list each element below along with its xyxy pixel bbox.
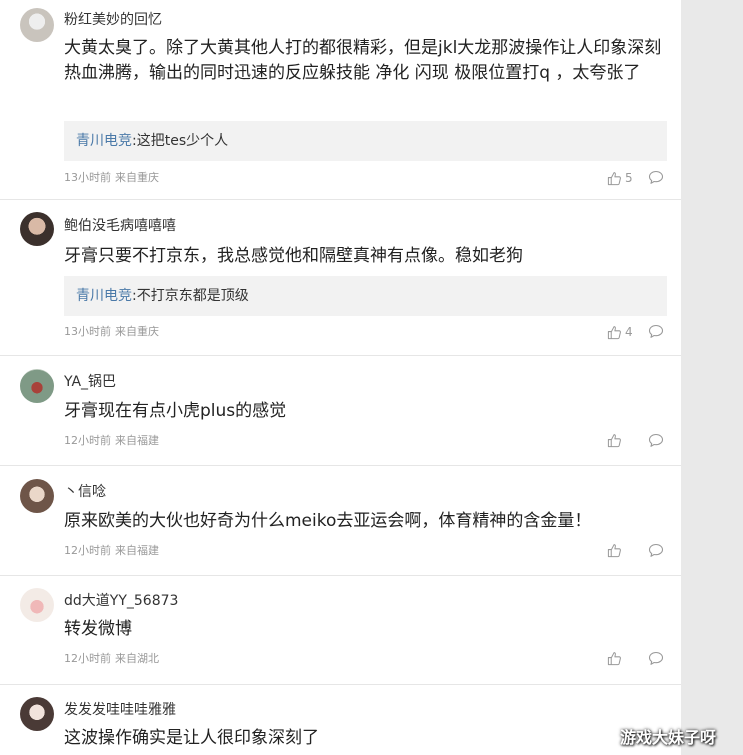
avatar-image bbox=[20, 588, 54, 622]
comment-item: 丶信唸 原来欧美的大伙也好奇为什么meiko去亚运会啊，体育精神的含金量！ 12… bbox=[0, 466, 681, 576]
location: 来自福建 bbox=[115, 544, 159, 557]
thumbs-up-icon bbox=[607, 544, 621, 558]
timestamp: 13小时前 bbox=[64, 171, 111, 184]
timestamp: 12小时前 bbox=[64, 544, 111, 557]
comment-item: 鲍伯没毛病嘻嘻嘻 牙膏只要不打京东，我总感觉他和隔壁真神有点像。稳如老狗 青川电… bbox=[0, 200, 681, 356]
comment-text: 大黄太臭了。除了大黄其他人打的都很精彩，但是jkl大龙那波操作让人印象深刻热血沸… bbox=[64, 38, 662, 83]
comment-bubble-icon[interactable] bbox=[648, 651, 664, 666]
like-count: 5 bbox=[625, 171, 633, 185]
reply-username[interactable]: 青川电竞 bbox=[76, 133, 132, 149]
thumbs-up-icon bbox=[607, 434, 621, 448]
username[interactable]: 发发发哇哇哇雅雅 bbox=[64, 700, 176, 720]
avatar-image bbox=[20, 8, 54, 42]
location: 来自重庆 bbox=[115, 171, 159, 184]
location: 来自重庆 bbox=[115, 325, 159, 338]
comment-list: 粉红美妙的回忆 大黄太臭了。除了大黄其他人打的都很精彩，但是jkl大龙那波操作让… bbox=[0, 0, 681, 755]
avatar-image bbox=[20, 369, 54, 403]
comment-text: 牙膏只要不打京东，我总感觉他和隔壁真神有点像。稳如老狗 bbox=[64, 246, 523, 266]
comment-bubble-icon[interactable] bbox=[648, 170, 664, 185]
username[interactable]: 粉红美妙的回忆 bbox=[64, 10, 162, 30]
reply-box[interactable]: 青川电竞:这把tes少个人 bbox=[64, 121, 667, 161]
avatar-image bbox=[20, 697, 54, 731]
like-count: 4 bbox=[625, 325, 633, 339]
avatar[interactable] bbox=[20, 479, 54, 513]
like-button[interactable] bbox=[607, 543, 625, 558]
username[interactable]: 鲍伯没毛病嘻嘻嘻 bbox=[64, 216, 176, 236]
thumbs-up-icon bbox=[607, 652, 621, 666]
comment-item: YA_锅巴 牙膏现在有点小虎plus的感觉 12小时前 来自福建 bbox=[0, 356, 681, 466]
comment-bubble-icon[interactable] bbox=[648, 324, 664, 339]
comment-item: 粉红美妙的回忆 大黄太臭了。除了大黄其他人打的都很精彩，但是jkl大龙那波操作让… bbox=[0, 0, 681, 200]
comment-meta: 13小时前 来自重庆 bbox=[64, 324, 159, 340]
avatar-image bbox=[20, 479, 54, 513]
location: 来自福建 bbox=[115, 434, 159, 447]
comment-item: dd大道YY_56873 转发微博 12小时前 来自湖北 bbox=[0, 576, 681, 685]
watermark: 游戏大妹子呀 bbox=[620, 728, 717, 747]
avatar[interactable] bbox=[20, 212, 54, 246]
like-button[interactable]: 5 bbox=[607, 170, 633, 186]
like-button[interactable] bbox=[607, 433, 625, 448]
avatar-image bbox=[20, 212, 54, 246]
comment-meta: 12小时前 来自福建 bbox=[64, 433, 159, 449]
reply-text: 这把tes少个人 bbox=[136, 133, 229, 149]
comment-meta: 12小时前 来自湖北 bbox=[64, 651, 159, 667]
avatar[interactable] bbox=[20, 697, 54, 731]
avatar[interactable] bbox=[20, 588, 54, 622]
username[interactable]: 丶信唸 bbox=[64, 482, 106, 502]
reply-text: 不打京东都是顶级 bbox=[136, 288, 249, 304]
avatar[interactable] bbox=[20, 8, 54, 42]
avatar[interactable] bbox=[20, 369, 54, 403]
like-button[interactable] bbox=[607, 651, 625, 666]
comment-meta: 12小时前 来自福建 bbox=[64, 543, 159, 559]
comment-text: 原来欧美的大伙也好奇为什么meiko去亚运会啊，体育精神的含金量！ bbox=[64, 511, 592, 531]
timestamp: 12小时前 bbox=[64, 652, 111, 665]
comment-text: 转发微博 bbox=[64, 619, 132, 639]
timestamp: 13小时前 bbox=[64, 325, 111, 338]
location: 来自湖北 bbox=[115, 652, 159, 665]
thumbs-up-icon bbox=[607, 325, 621, 339]
comment-item: 发发发哇哇哇雅雅 这波操作确实是让人很印象深刻了 bbox=[0, 685, 681, 755]
thumbs-up-icon bbox=[607, 171, 621, 185]
timestamp: 12小时前 bbox=[64, 434, 111, 447]
reply-username[interactable]: 青川电竞 bbox=[76, 288, 132, 304]
username[interactable]: dd大道YY_56873 bbox=[64, 591, 178, 611]
comment-bubble-icon[interactable] bbox=[648, 433, 664, 448]
comment-bubble-icon[interactable] bbox=[648, 543, 664, 558]
reply-box[interactable]: 青川电竞:不打京东都是顶级 bbox=[64, 276, 667, 316]
username[interactable]: YA_锅巴 bbox=[64, 372, 116, 392]
comment-text: 这波操作确实是让人很印象深刻了 bbox=[64, 728, 319, 748]
comment-meta: 13小时前 来自重庆 bbox=[64, 170, 159, 186]
like-button[interactable]: 4 bbox=[607, 324, 633, 340]
comment-text: 牙膏现在有点小虎plus的感觉 bbox=[64, 401, 287, 421]
